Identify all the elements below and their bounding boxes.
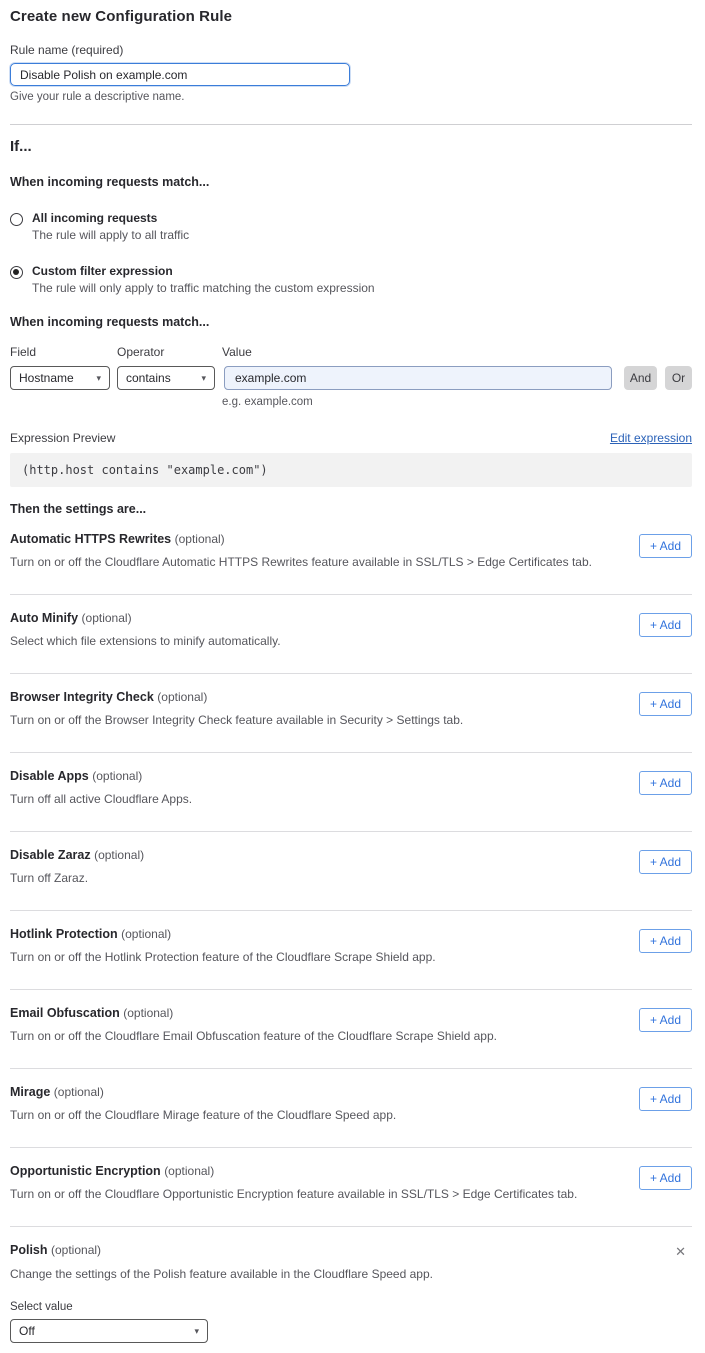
setting-row-disable-zaraz: Disable Zaraz (optional) Turn off Zaraz.… [10, 832, 692, 911]
page-title: Create new Configuration Rule [10, 8, 692, 25]
setting-description: Turn on or off the Cloudflare Opportunis… [10, 1187, 577, 1201]
setting-row-hotlink-protection: Hotlink Protection (optional) Turn on or… [10, 911, 692, 990]
option-all-incoming-requests[interactable]: All incoming requests The rule will appl… [10, 211, 692, 242]
divider [10, 124, 692, 125]
setting-row-polish-expanded: Polish (optional) ✕ Change the settings … [10, 1227, 692, 1353]
builder-heading: When incoming requests match... [10, 315, 692, 329]
optional-label: (optional) [92, 769, 142, 783]
polish-value-select-value: Off [19, 1324, 35, 1338]
operator-select-value: contains [126, 371, 171, 385]
optional-label: (optional) [82, 611, 132, 625]
select-value-label: Select value [10, 1301, 692, 1313]
radio-all-incoming-label: All incoming requests [32, 211, 189, 225]
expression-preview-label: Expression Preview [10, 431, 115, 445]
radio-all-incoming-desc: The rule will apply to all traffic [32, 228, 189, 242]
add-button-automatic-https-rewrites[interactable]: + Add [639, 534, 692, 558]
field-select-value: Hostname [19, 371, 74, 385]
rule-name-help: Give your rule a descriptive name. [10, 91, 692, 103]
or-button[interactable]: Or [665, 366, 692, 390]
setting-description: Turn on or off the Cloudflare Email Obfu… [10, 1029, 497, 1043]
setting-description: Change the settings of the Polish featur… [10, 1267, 692, 1281]
setting-title: Polish (optional) [10, 1243, 101, 1258]
radio-custom-filter-icon[interactable] [10, 266, 23, 279]
add-button-browser-integrity-check[interactable]: + Add [639, 692, 692, 716]
edit-expression-link[interactable]: Edit expression [610, 431, 692, 445]
setting-description: Turn on or off the Cloudflare Automatic … [10, 555, 592, 569]
field-label: Field [10, 345, 117, 359]
operator-select[interactable]: contains ▾ [117, 366, 215, 390]
setting-title: Auto Minify (optional) [10, 611, 281, 625]
value-label: Value [222, 345, 252, 359]
setting-title: Hotlink Protection (optional) [10, 927, 436, 941]
setting-row-auto-minify: Auto Minify (optional) Select which file… [10, 595, 692, 674]
radio-custom-filter-desc: The rule will only apply to traffic matc… [32, 281, 375, 295]
value-input[interactable] [224, 366, 612, 390]
setting-title: Disable Apps (optional) [10, 769, 192, 783]
setting-description: Turn on or off the Browser Integrity Che… [10, 713, 463, 727]
add-button-opportunistic-encryption[interactable]: + Add [639, 1166, 692, 1190]
expression-builder: Field Operator Value Hostname ▾ contains… [10, 345, 692, 408]
add-button-disable-zaraz[interactable]: + Add [639, 850, 692, 874]
chevron-down-icon: ▾ [194, 1326, 199, 1337]
radio-custom-filter-label: Custom filter expression [32, 264, 375, 278]
setting-description: Select which file extensions to minify a… [10, 634, 281, 648]
optional-label: (optional) [175, 532, 225, 546]
optional-label: (optional) [54, 1085, 104, 1099]
operator-label: Operator [117, 345, 222, 359]
optional-label: (optional) [121, 927, 171, 941]
add-button-email-obfuscation[interactable]: + Add [639, 1008, 692, 1032]
setting-title: Browser Integrity Check (optional) [10, 690, 463, 704]
setting-title: Email Obfuscation (optional) [10, 1006, 497, 1020]
setting-title: Disable Zaraz (optional) [10, 848, 144, 862]
optional-label: (optional) [51, 1243, 101, 1257]
setting-description: Turn off Zaraz. [10, 871, 144, 885]
setting-description: Turn on or off the Hotlink Protection fe… [10, 950, 436, 964]
setting-description: Turn off all active Cloudflare Apps. [10, 792, 192, 806]
setting-title: Opportunistic Encryption (optional) [10, 1164, 577, 1178]
and-button[interactable]: And [624, 366, 657, 390]
chevron-down-icon: ▾ [201, 373, 206, 384]
rule-name-label: Rule name (required) [10, 43, 692, 57]
setting-row-mirage: Mirage (optional) Turn on or off the Clo… [10, 1069, 692, 1148]
match-heading: When incoming requests match... [10, 175, 692, 189]
radio-all-incoming-icon[interactable] [10, 213, 23, 226]
setting-title: Automatic HTTPS Rewrites (optional) [10, 532, 592, 546]
then-heading: Then the settings are... [10, 502, 692, 516]
setting-row-automatic-https-rewrites: Automatic HTTPS Rewrites (optional) Turn… [10, 516, 692, 595]
setting-row-opportunistic-encryption: Opportunistic Encryption (optional) Turn… [10, 1148, 692, 1227]
setting-title: Mirage (optional) [10, 1085, 396, 1099]
rule-name-input[interactable] [10, 63, 350, 86]
add-button-auto-minify[interactable]: + Add [639, 613, 692, 637]
optional-label: (optional) [157, 690, 207, 704]
if-heading: If... [10, 138, 692, 155]
add-button-mirage[interactable]: + Add [639, 1087, 692, 1111]
optional-label: (optional) [94, 848, 144, 862]
setting-row-disable-apps: Disable Apps (optional) Turn off all act… [10, 753, 692, 832]
setting-row-browser-integrity-check: Browser Integrity Check (optional) Turn … [10, 674, 692, 753]
add-button-hotlink-protection[interactable]: + Add [639, 929, 692, 953]
close-icon[interactable]: ✕ [675, 1245, 686, 1258]
add-button-disable-apps[interactable]: + Add [639, 771, 692, 795]
setting-row-email-obfuscation: Email Obfuscation (optional) Turn on or … [10, 990, 692, 1069]
polish-value-select[interactable]: Off ▾ [10, 1319, 208, 1343]
field-select[interactable]: Hostname ▾ [10, 366, 110, 390]
expression-preview-code: (http.host contains "example.com") [10, 453, 692, 487]
optional-label: (optional) [123, 1006, 173, 1020]
option-custom-filter-expression[interactable]: Custom filter expression The rule will o… [10, 264, 692, 295]
optional-label: (optional) [164, 1164, 214, 1178]
setting-description: Turn on or off the Cloudflare Mirage fea… [10, 1108, 396, 1122]
chevron-down-icon: ▾ [96, 373, 101, 384]
configuration-rule-form: Create new Configuration Rule Rule name … [0, 0, 705, 1353]
value-help: e.g. example.com [222, 396, 692, 408]
